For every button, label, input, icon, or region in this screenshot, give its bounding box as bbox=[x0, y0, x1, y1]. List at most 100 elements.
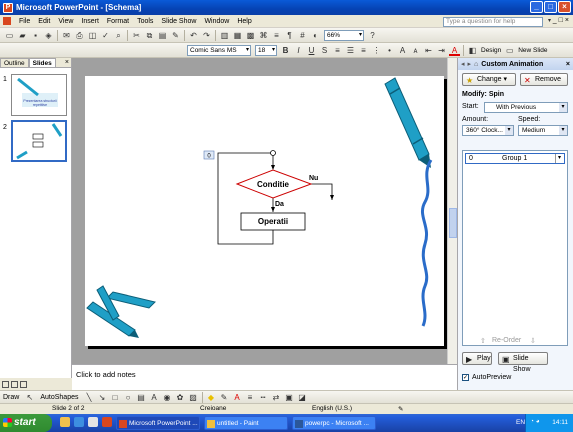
design-button[interactable]: Design bbox=[481, 47, 501, 54]
tables-borders-icon[interactable]: ▩ bbox=[245, 30, 256, 41]
reorder-up-icon[interactable]: ⇧ bbox=[480, 337, 486, 345]
copy-icon[interactable]: ⧉ bbox=[144, 30, 155, 41]
quicklaunch-office-icon[interactable] bbox=[102, 417, 112, 427]
save-icon[interactable]: ▪ bbox=[30, 30, 41, 41]
close-pane-icon[interactable]: × bbox=[65, 58, 69, 67]
minimize-button[interactable]: _ bbox=[530, 1, 543, 13]
taskbar-powerpoint[interactable]: Microsoft PowerPoint ... bbox=[116, 416, 200, 430]
print-preview-icon[interactable]: ◫ bbox=[87, 30, 98, 41]
line-icon[interactable]: ╲ bbox=[84, 392, 95, 403]
menu-file[interactable]: File bbox=[15, 18, 34, 25]
textbox-icon[interactable]: ▤ bbox=[136, 392, 147, 403]
start-button[interactable]: start bbox=[0, 414, 52, 432]
forward-icon[interactable]: ▸ bbox=[468, 60, 472, 68]
notes-pane[interactable]: Click to add notes bbox=[72, 364, 457, 390]
back-icon[interactable]: ◂ bbox=[461, 60, 465, 68]
decrease-font-icon[interactable]: ᴀ bbox=[410, 45, 421, 56]
dash-style-icon[interactable]: ┅ bbox=[258, 392, 269, 403]
help-search-input[interactable]: Type a question for help bbox=[443, 17, 543, 27]
vertical-scrollbar[interactable] bbox=[447, 58, 457, 364]
decrease-indent-icon[interactable]: ⇤ bbox=[423, 45, 434, 56]
document-icon[interactable] bbox=[3, 17, 11, 25]
autoshapes-menu[interactable]: AutoShapes bbox=[40, 394, 78, 401]
document-window-controls[interactable]: _□× bbox=[553, 17, 571, 24]
arrow-style-icon[interactable]: ⇄ bbox=[271, 392, 282, 403]
shadow-button[interactable]: S bbox=[319, 45, 330, 56]
speed-select[interactable]: Medium bbox=[518, 125, 568, 136]
permission-icon[interactable]: ◈ bbox=[43, 30, 54, 41]
maximize-button[interactable]: □ bbox=[544, 1, 557, 13]
print-icon[interactable]: ⎙ bbox=[74, 30, 85, 41]
animation-list-item[interactable]: 0 Group 1 ▾ bbox=[465, 153, 565, 164]
spelling-icon[interactable]: ✓ bbox=[100, 30, 111, 41]
menu-tools[interactable]: Tools bbox=[133, 18, 157, 25]
font-color-icon[interactable]: A bbox=[449, 45, 460, 56]
clipart-icon[interactable]: ✿ bbox=[175, 392, 186, 403]
open-icon[interactable]: ▰ bbox=[17, 30, 28, 41]
tab-slides[interactable]: Slides bbox=[28, 58, 56, 67]
taskbar-word[interactable]: powerpc - Microsoft ... bbox=[292, 416, 376, 430]
font-combo[interactable]: Comic Sans MS bbox=[187, 44, 251, 56]
tab-outline[interactable]: Outline bbox=[0, 58, 29, 67]
menu-view[interactable]: View bbox=[54, 18, 77, 25]
bold-button[interactable]: B bbox=[280, 45, 291, 56]
close-button[interactable]: × bbox=[558, 1, 571, 13]
quicklaunch-explorer-icon[interactable] bbox=[60, 417, 70, 427]
select-objects-icon[interactable]: ↖ bbox=[24, 392, 35, 403]
bullets-icon[interactable]: • bbox=[384, 45, 395, 56]
normal-view-icon[interactable] bbox=[2, 380, 9, 388]
crayon-top-right[interactable] bbox=[384, 77, 431, 168]
picture-icon[interactable]: ▨ bbox=[188, 392, 199, 403]
change-effect-button[interactable]: ★ Change ▾ bbox=[462, 73, 516, 86]
help-dropdown-icon[interactable]: ▾ bbox=[548, 17, 551, 24]
italic-button[interactable]: I bbox=[293, 45, 304, 56]
home-icon[interactable]: ⌂ bbox=[474, 61, 478, 68]
shadow-style-icon[interactable]: ▣ bbox=[284, 392, 295, 403]
show-formatting-icon[interactable]: ¶ bbox=[284, 30, 295, 41]
remove-effect-button[interactable]: ✕ Remove bbox=[520, 73, 568, 86]
play-button[interactable]: ▶ Play bbox=[462, 352, 492, 365]
numbering-icon[interactable]: ⋮ bbox=[371, 45, 382, 56]
grid-icon[interactable]: # bbox=[297, 30, 308, 41]
quicklaunch-desktop-icon[interactable] bbox=[88, 417, 98, 427]
slide-canvas[interactable]: 0 Conditie Nu Da Operatii bbox=[85, 76, 444, 346]
slide-show-view-icon[interactable] bbox=[20, 380, 27, 388]
animation-list[interactable]: 0 Group 1 ▾ bbox=[462, 150, 568, 346]
slide-thumbnail-1[interactable]: Prezentarea structurii repetitive bbox=[11, 74, 67, 116]
new-slide-button[interactable]: New Slide bbox=[518, 47, 547, 54]
increase-font-icon[interactable]: A bbox=[397, 45, 408, 56]
format-painter-icon[interactable]: ✎ bbox=[170, 30, 181, 41]
fill-color-icon[interactable]: ◆ bbox=[206, 392, 217, 403]
item-dropdown-icon[interactable]: ▾ bbox=[555, 154, 563, 163]
redo-icon[interactable]: ↷ bbox=[201, 30, 212, 41]
slide-sorter-view-icon[interactable] bbox=[11, 380, 18, 388]
language-indicator[interactable]: EN bbox=[516, 419, 525, 426]
research-icon[interactable]: ⌕ bbox=[113, 30, 124, 41]
font-size-combo[interactable]: 18 bbox=[255, 44, 277, 56]
font-color-draw-icon[interactable]: A bbox=[232, 392, 243, 403]
task-pane-close-icon[interactable]: × bbox=[566, 61, 570, 68]
arrow-icon[interactable]: ↘ bbox=[97, 392, 108, 403]
start-select[interactable]: With Previous bbox=[484, 102, 568, 113]
spelling-status-icon[interactable]: ✎ bbox=[398, 405, 403, 413]
reorder-down-icon[interactable]: ⇩ bbox=[530, 337, 536, 345]
undo-icon[interactable]: ↶ bbox=[188, 30, 199, 41]
menu-edit[interactable]: Edit bbox=[34, 18, 54, 25]
help-icon[interactable]: ? bbox=[367, 30, 378, 41]
line-color-icon[interactable]: ✎ bbox=[219, 392, 230, 403]
align-right-icon[interactable]: ≡ bbox=[358, 45, 369, 56]
slide-show-button[interactable]: ▣ Slide Show bbox=[498, 352, 548, 373]
expand-all-icon[interactable]: ≡ bbox=[271, 30, 282, 41]
draw-menu[interactable]: Draw bbox=[3, 394, 19, 401]
email-icon[interactable]: ✉ bbox=[61, 30, 72, 41]
increase-indent-icon[interactable]: ⇥ bbox=[436, 45, 447, 56]
autopreview-checkbox[interactable]: ✓ bbox=[462, 374, 469, 381]
new-slide-icon[interactable]: ▭ bbox=[504, 45, 515, 56]
line-style-icon[interactable]: ≡ bbox=[245, 392, 256, 403]
align-center-icon[interactable]: ☰ bbox=[345, 45, 356, 56]
quicklaunch-ie-icon[interactable] bbox=[74, 417, 84, 427]
cut-icon[interactable]: ✂ bbox=[131, 30, 142, 41]
design-icon[interactable]: ◧ bbox=[467, 45, 478, 56]
menu-format[interactable]: Format bbox=[103, 18, 133, 25]
hyperlink-icon[interactable]: ⌘ bbox=[258, 30, 269, 41]
